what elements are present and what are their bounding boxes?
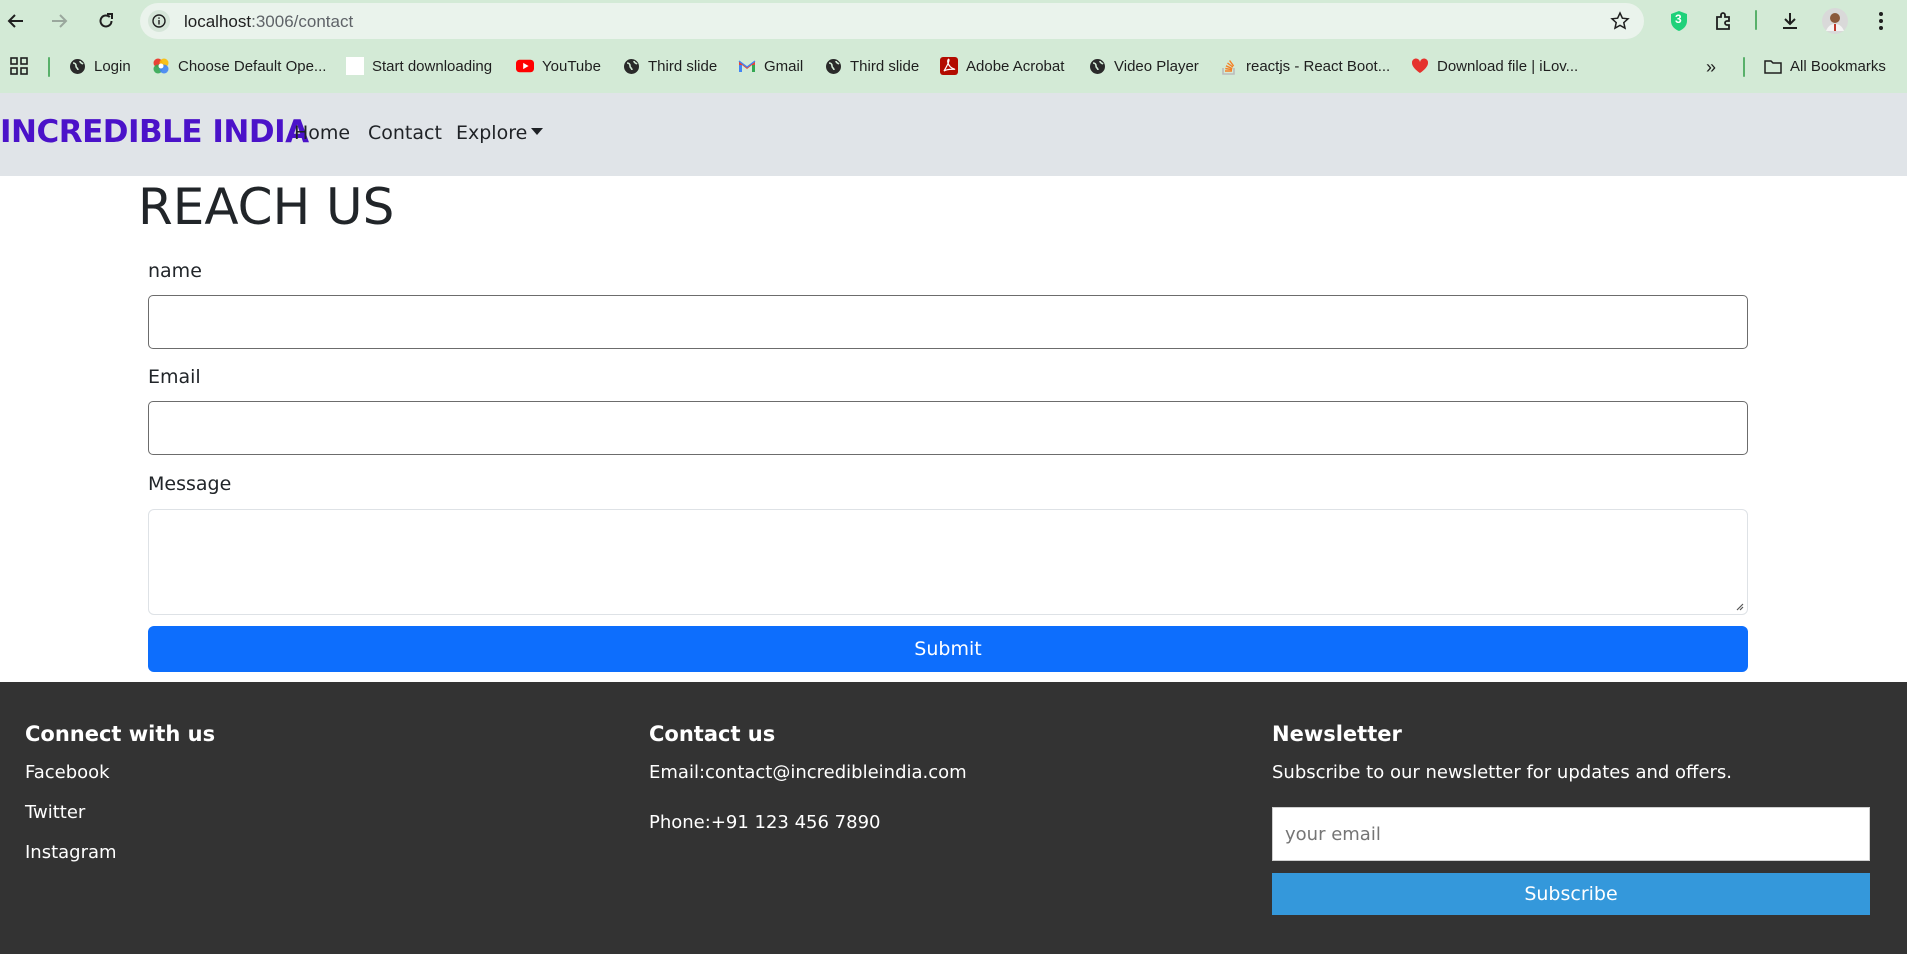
globe-icon bbox=[1088, 57, 1106, 75]
bookmarks-bar: Login Choose Default Ope... Start downlo… bbox=[0, 48, 1907, 86]
extension-badge-count: 3 bbox=[1675, 12, 1682, 26]
bookmark-label: Gmail bbox=[764, 57, 804, 75]
browser-chrome: localhost:3006/contact 3 Login Choose De… bbox=[0, 0, 1907, 93]
avatar-icon bbox=[1822, 8, 1848, 34]
bookmark-download-file[interactable]: Download file | iLov... bbox=[1411, 57, 1578, 75]
footer-connect-heading: Connect with us bbox=[25, 722, 216, 746]
browser-toolbar: localhost:3006/contact 3 bbox=[0, 0, 1907, 42]
apps-button[interactable] bbox=[10, 57, 28, 75]
double-chevron-right-icon: » bbox=[1706, 57, 1717, 77]
url-text: localhost:3006/contact bbox=[184, 12, 353, 32]
puzzle-icon bbox=[1716, 12, 1730, 30]
name-input[interactable] bbox=[148, 295, 1748, 349]
bookmark-label: reactjs - React Boot... bbox=[1246, 57, 1391, 75]
globe-icon bbox=[622, 57, 640, 75]
more-bookmarks-button[interactable]: » bbox=[1706, 57, 1716, 78]
footer-link-twitter[interactable]: Twitter bbox=[25, 802, 85, 823]
url-path: :3006/contact bbox=[251, 12, 354, 31]
nav-dropdown-explore[interactable]: Explore bbox=[456, 122, 544, 144]
url-host: localhost bbox=[184, 12, 252, 31]
nav-link-contact[interactable]: Contact bbox=[368, 122, 442, 144]
submit-button[interactable]: Submit bbox=[148, 626, 1748, 672]
arrow-right-icon bbox=[52, 14, 68, 28]
downloads-button[interactable] bbox=[1777, 8, 1803, 34]
footer-contact-phone: Phone:+91 123 456 7890 bbox=[649, 812, 881, 833]
youtube-icon bbox=[516, 57, 534, 75]
arrow-left-icon bbox=[7, 14, 23, 28]
bookmark-label: Choose Default Ope... bbox=[178, 57, 327, 75]
bookmark-label: Video Player bbox=[1114, 57, 1199, 75]
heart-icon bbox=[1411, 57, 1429, 75]
acrobat-icon bbox=[940, 57, 958, 75]
extensions-button[interactable] bbox=[1711, 8, 1737, 34]
bookmark-third-slide[interactable]: Third slide bbox=[622, 57, 717, 75]
globe-icon bbox=[68, 57, 86, 75]
email-label: Email bbox=[148, 366, 201, 388]
bookmarks-divider bbox=[1743, 57, 1745, 77]
site-info-icon[interactable] bbox=[148, 10, 170, 32]
bookmark-label: Download file | iLov... bbox=[1437, 57, 1579, 75]
extension-badge-icon[interactable]: 3 bbox=[1666, 8, 1692, 34]
site-footer: Connect with us Facebook Twitter Instagr… bbox=[0, 682, 1907, 954]
message-label: Message bbox=[148, 473, 232, 495]
kebab-menu-icon bbox=[1879, 12, 1883, 30]
blank-page-icon bbox=[346, 57, 364, 75]
bookmark-third-slide[interactable]: Third slide bbox=[824, 57, 919, 75]
footer-newsletter-heading: Newsletter bbox=[1272, 722, 1402, 746]
name-label: name bbox=[148, 260, 202, 282]
bookmark-video-player[interactable]: Video Player bbox=[1088, 57, 1199, 75]
subscribe-button[interactable]: Subscribe bbox=[1272, 873, 1870, 915]
bookmark-label: YouTube bbox=[542, 57, 601, 75]
browser-menu-button[interactable] bbox=[1868, 8, 1894, 34]
newsletter-email-input[interactable]: your email bbox=[1272, 807, 1870, 861]
nav-link-home[interactable]: Home bbox=[294, 122, 350, 144]
toolbar-divider bbox=[1755, 10, 1757, 30]
email-input[interactable] bbox=[148, 401, 1748, 455]
nav-dropdown-label: Explore bbox=[456, 122, 528, 144]
site-brand[interactable]: INCREDIBLE INDIA bbox=[0, 114, 309, 150]
apps-grid-icon bbox=[10, 57, 28, 75]
footer-contact-heading: Contact us bbox=[649, 722, 776, 746]
download-icon bbox=[1783, 13, 1797, 29]
all-bookmarks-button[interactable]: All Bookmarks bbox=[1764, 57, 1886, 75]
bookmark-star-icon[interactable] bbox=[1610, 11, 1630, 35]
caret-down-icon bbox=[531, 128, 544, 135]
bookmarks-divider bbox=[48, 57, 50, 77]
globe-icon bbox=[824, 57, 842, 75]
multicolor-app-icon bbox=[152, 57, 170, 75]
footer-link-facebook[interactable]: Facebook bbox=[25, 762, 110, 783]
site-navbar: INCREDIBLE INDIA Home Contact Explore bbox=[0, 93, 1907, 176]
profile-avatar[interactable] bbox=[1822, 8, 1848, 34]
bookmark-reactjs[interactable]: reactjs - React Boot... bbox=[1220, 57, 1390, 75]
resize-grip-icon[interactable] bbox=[1734, 601, 1744, 611]
reload-button[interactable] bbox=[93, 8, 119, 34]
bookmark-choose-default[interactable]: Choose Default Ope... bbox=[152, 57, 326, 75]
bookmark-label: Adobe Acrobat bbox=[966, 57, 1065, 75]
bookmark-gmail[interactable]: Gmail bbox=[738, 57, 803, 75]
reload-icon bbox=[99, 13, 113, 28]
bookmark-login[interactable]: Login bbox=[68, 57, 131, 75]
forward-button[interactable] bbox=[46, 8, 72, 34]
stackoverflow-icon bbox=[1220, 57, 1238, 75]
footer-contact-email: Email:contact@incredibleindia.com bbox=[649, 762, 967, 783]
all-bookmarks-label: All Bookmarks bbox=[1790, 57, 1886, 75]
folder-icon bbox=[1764, 57, 1782, 75]
footer-newsletter-text: Subscribe to our newsletter for updates … bbox=[1272, 762, 1733, 783]
gmail-icon bbox=[738, 57, 756, 75]
message-textarea[interactable] bbox=[148, 509, 1748, 615]
bookmark-start-downloading[interactable]: Start downloading bbox=[346, 57, 492, 75]
bookmark-label: Third slide bbox=[648, 57, 718, 75]
back-button[interactable] bbox=[3, 8, 29, 34]
bookmark-label: Third slide bbox=[850, 57, 920, 75]
bookmark-label: Login bbox=[94, 57, 131, 75]
footer-link-instagram[interactable]: Instagram bbox=[25, 842, 117, 863]
bookmark-adobe-acrobat[interactable]: Adobe Acrobat bbox=[940, 57, 1064, 75]
bookmark-label: Start downloading bbox=[372, 57, 493, 75]
bookmark-youtube[interactable]: YouTube bbox=[516, 57, 601, 75]
page-title: REACH US bbox=[138, 178, 395, 236]
address-bar[interactable]: localhost:3006/contact bbox=[140, 3, 1644, 39]
